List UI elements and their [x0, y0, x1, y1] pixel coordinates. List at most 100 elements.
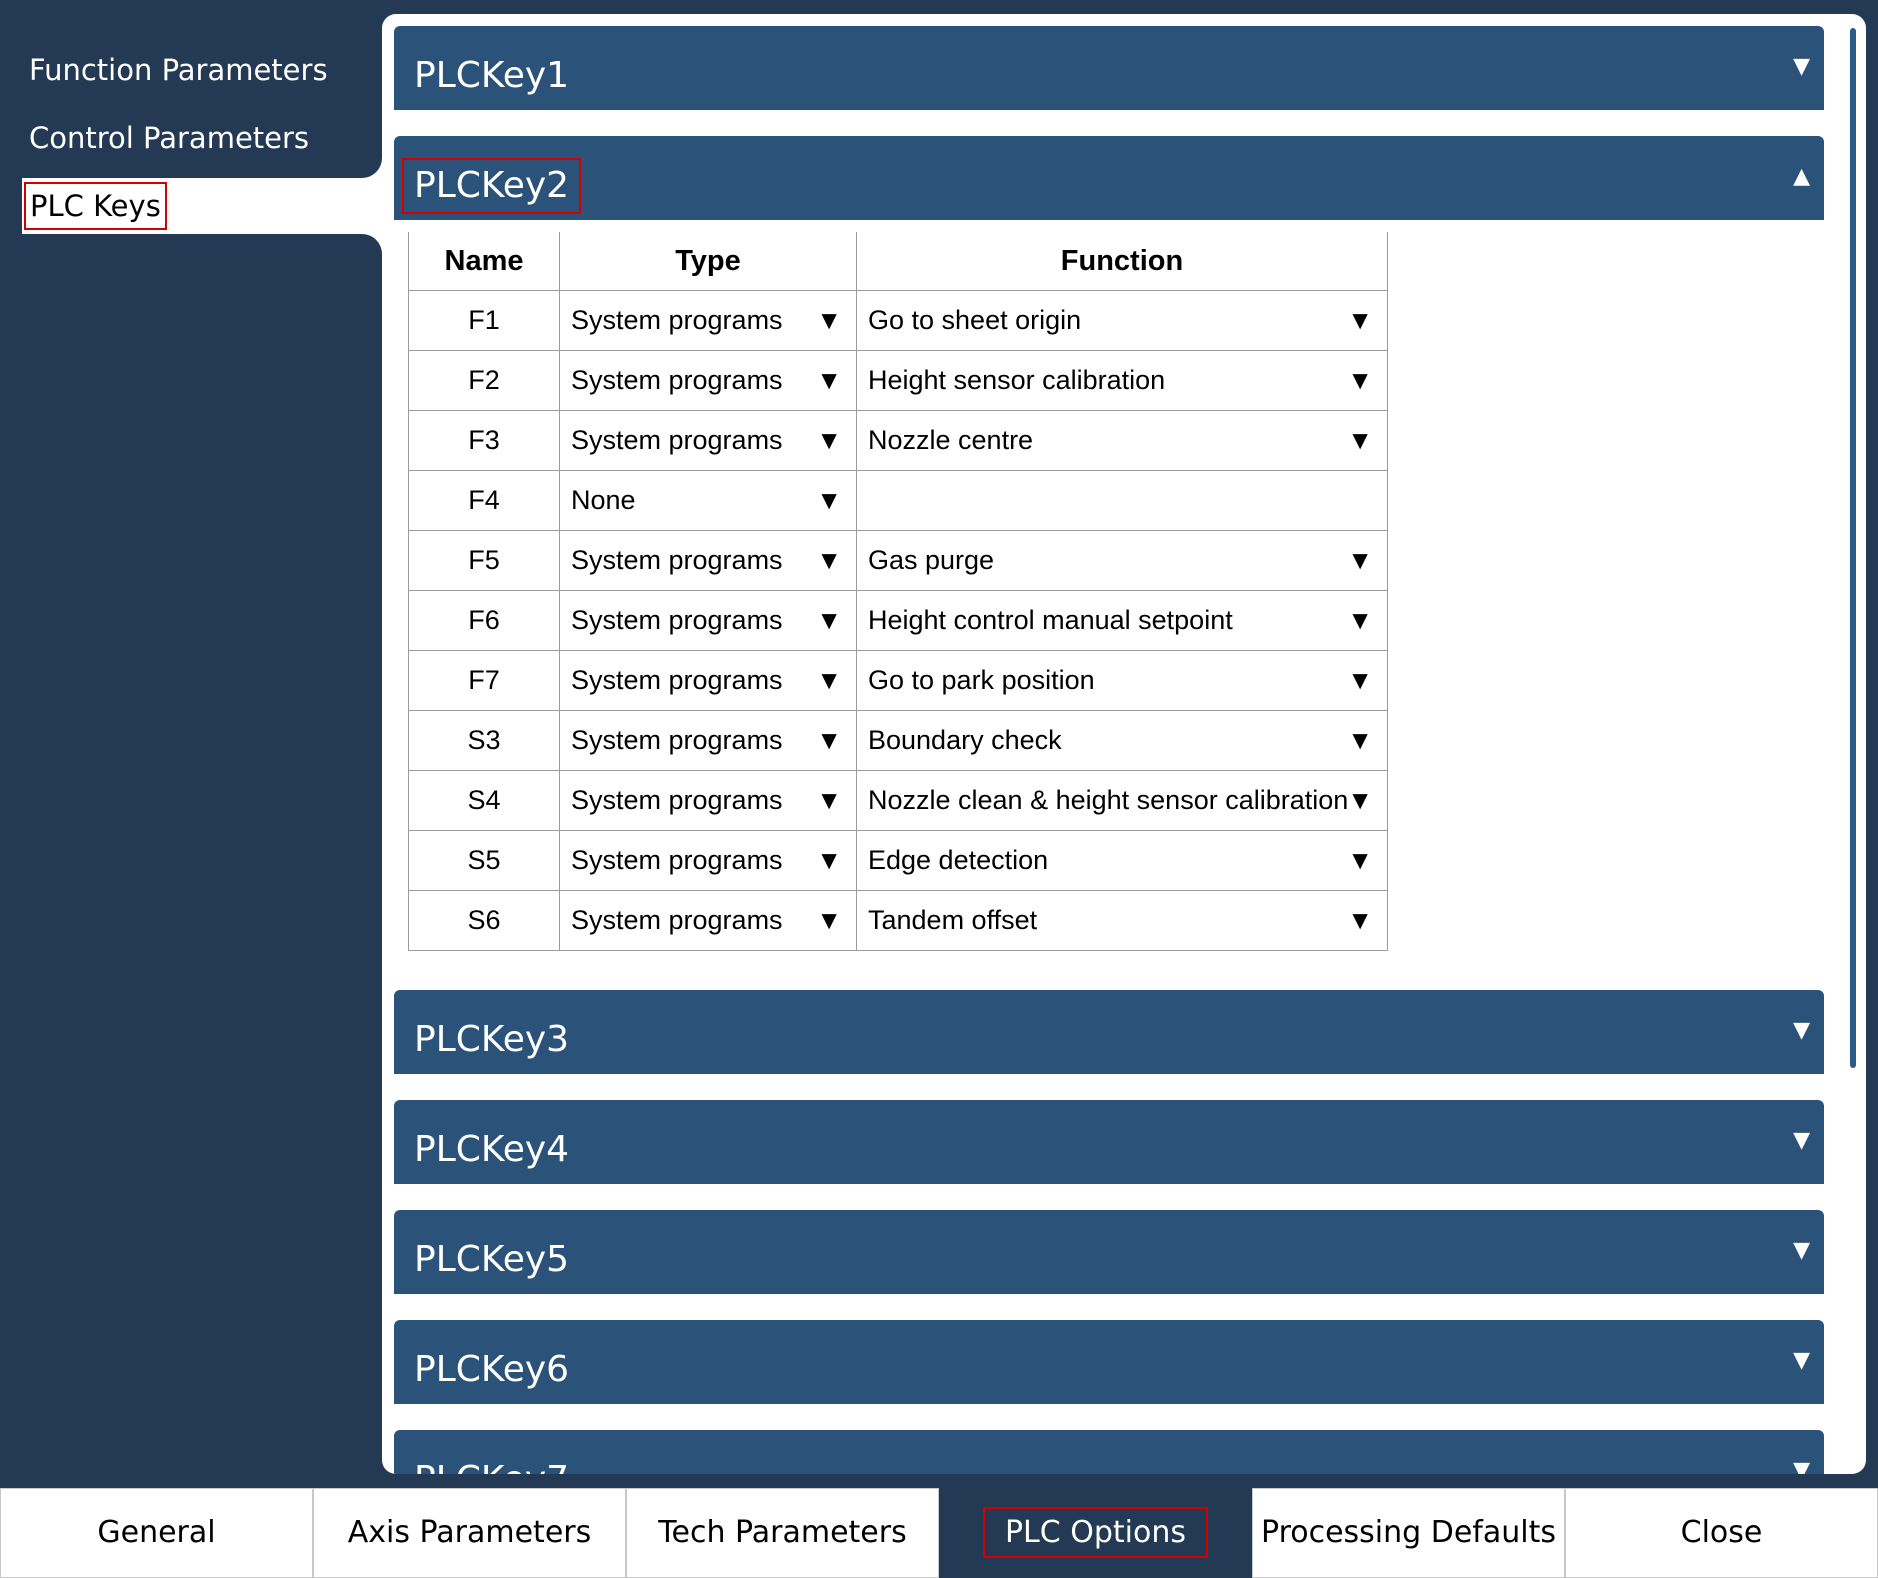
tab-label: Tech Parameters [658, 1515, 907, 1550]
accordion-title: PLCKey5 [414, 1239, 570, 1280]
function-dropdown-value: Tandem offset ▼ [857, 891, 1387, 950]
dropdown-arrow-icon: ▼ [1347, 785, 1373, 815]
function-value: Edge detection [868, 845, 1049, 875]
dropdown-arrow-icon: ▼ [816, 605, 842, 635]
dropdown-arrow-icon: ▼ [816, 785, 842, 815]
accordion-title: PLCKey1 [414, 55, 570, 96]
accordion-header-plckey5[interactable]: PLCKey5 ▼ [394, 1210, 1824, 1294]
type-value: System programs [571, 725, 783, 755]
function-dropdown[interactable]: Nozzle centre ▼ [856, 410, 1388, 471]
plc-keys-panel: PLCKey1 ▼ PLCKey2 ▲ Name Type Function F… [382, 14, 1866, 1474]
accordion-header-plckey6[interactable]: PLCKey6 ▼ [394, 1320, 1824, 1404]
tab-plc-options[interactable]: PLC Options [939, 1488, 1252, 1578]
tab-label: General [97, 1515, 216, 1550]
type-dropdown[interactable]: System programs ▼ [559, 290, 857, 351]
chevron-down-icon: ▼ [1793, 1458, 1810, 1474]
type-dropdown[interactable]: System programs ▼ [559, 350, 857, 411]
table-row: S4 System programs ▼ Nozzle clean & height … [408, 770, 1388, 831]
table-row: F6 System programs ▼ Height control manual … [408, 590, 1388, 651]
type-dropdown[interactable]: System programs ▼ [559, 410, 857, 471]
tab-general[interactable]: General [0, 1488, 313, 1578]
dropdown-arrow-icon: ▼ [1347, 425, 1373, 455]
function-dropdown[interactable]: Go to park position ▼ [856, 650, 1388, 711]
dropdown-arrow-icon: ▼ [1347, 665, 1373, 695]
chevron-down-icon: ▼ [1793, 1128, 1810, 1153]
sidebar-item-plc-keys[interactable]: PLC Keys [22, 178, 389, 234]
function-dropdown-value: Go to sheet origin ▼ [857, 291, 1387, 350]
type-value: System programs [571, 665, 783, 695]
accordion-header-plckey2[interactable]: PLCKey2 ▲ [394, 136, 1824, 220]
type-dropdown[interactable]: System programs ▼ [559, 530, 857, 591]
function-dropdown-value: Nozzle centre ▼ [857, 411, 1387, 470]
dropdown-arrow-icon: ▼ [1347, 845, 1373, 875]
sidebar-item-control-parameters[interactable]: Control Parameters [22, 110, 309, 166]
accordion-title: PLCKey6 [414, 1349, 570, 1390]
table-row: S6 System programs ▼ Tandem offset ▼ [408, 890, 1388, 951]
function-dropdown[interactable]: Nozzle clean & height sensor calibration… [856, 770, 1388, 831]
type-dropdown-value: System programs ▼ [560, 351, 856, 410]
function-value: Tandem offset [868, 905, 1038, 935]
sidebar-item-label: Function Parameters [29, 53, 328, 87]
type-dropdown-value: System programs ▼ [560, 411, 856, 470]
scrollbar[interactable] [1850, 28, 1856, 1068]
key-name-cell: F5 [408, 530, 560, 591]
type-dropdown[interactable]: None ▼ [559, 470, 857, 531]
function-value: Nozzle clean & height sensor calibration [868, 785, 1349, 815]
accordion-header-plckey3[interactable]: PLCKey3 ▼ [394, 990, 1824, 1074]
table-row: S3 System programs ▼ Boundary check ▼ [408, 710, 1388, 771]
table-row: F1 System programs ▼ Go to sheet origin ▼ [408, 290, 1388, 351]
tab-tech-parameters[interactable]: Tech Parameters [626, 1488, 939, 1578]
function-dropdown[interactable]: Height sensor calibration ▼ [856, 350, 1388, 411]
accordion-header-plckey1[interactable]: PLCKey1 ▼ [394, 26, 1824, 110]
accordion-header-plckey7[interactable]: PLCKey7 ▼ [394, 1430, 1824, 1474]
type-value: System programs [571, 545, 783, 575]
function-dropdown[interactable]: Edge detection ▼ [856, 830, 1388, 891]
type-value: System programs [571, 785, 783, 815]
dropdown-arrow-icon: ▼ [816, 485, 842, 515]
tab-label: Axis Parameters [347, 1515, 592, 1550]
chevron-down-icon: ▼ [1793, 1018, 1810, 1043]
function-dropdown-value: Go to park position ▼ [857, 651, 1387, 710]
type-dropdown[interactable]: System programs ▼ [559, 770, 857, 831]
type-dropdown[interactable]: System programs ▼ [559, 830, 857, 891]
chevron-down-icon: ▼ [1793, 1238, 1810, 1263]
accordion-header-plckey4[interactable]: PLCKey4 ▼ [394, 1100, 1824, 1184]
type-value: System programs [571, 905, 783, 935]
function-value: Go to park position [868, 665, 1095, 695]
dropdown-arrow-icon: ▼ [816, 545, 842, 575]
sidebar-item-label: PLC Keys [24, 182, 167, 230]
sidebar-item-function-parameters[interactable]: Function Parameters [22, 42, 328, 98]
type-dropdown-value: None ▼ [560, 471, 856, 530]
tab-axis-parameters[interactable]: Axis Parameters [313, 1488, 626, 1578]
function-value: Height control manual setpoint [868, 605, 1233, 635]
sidebar-item-label: Control Parameters [29, 121, 310, 155]
type-dropdown[interactable]: System programs ▼ [559, 890, 857, 951]
table-row: F3 System programs ▼ Nozzle centre ▼ [408, 410, 1388, 471]
function-dropdown[interactable]: Boundary check ▼ [856, 710, 1388, 771]
type-dropdown[interactable]: System programs ▼ [559, 650, 857, 711]
key-name-cell: F4 [408, 470, 560, 531]
type-value: None [571, 485, 636, 515]
accordion-title: PLCKey7 [414, 1458, 569, 1474]
bottom-tab-bar: General Axis Parameters Tech Parameters … [0, 1488, 1878, 1578]
column-header-function: Function [856, 232, 1388, 291]
function-dropdown[interactable]: Go to sheet origin ▼ [856, 290, 1388, 351]
function-dropdown [856, 470, 1388, 531]
key-name-cell: S5 [408, 830, 560, 891]
type-dropdown[interactable]: System programs ▼ [559, 590, 857, 651]
type-dropdown-value: System programs ▼ [560, 771, 856, 830]
tab-close[interactable]: Close [1565, 1488, 1878, 1578]
type-dropdown-value: System programs ▼ [560, 531, 856, 590]
function-dropdown[interactable]: Height control manual setpoint ▼ [856, 590, 1388, 651]
tab-processing-defaults[interactable]: Processing Defaults [1252, 1488, 1565, 1578]
tab-label: PLC Options [982, 1507, 1209, 1558]
table-row: F4 None ▼ [408, 470, 1388, 531]
function-value: Go to sheet origin [868, 305, 1082, 335]
column-header-name: Name [408, 232, 560, 291]
key-name-cell: F3 [408, 410, 560, 471]
function-dropdown[interactable]: Tandem offset ▼ [856, 890, 1388, 951]
type-dropdown-value: System programs ▼ [560, 651, 856, 710]
function-dropdown[interactable]: Gas purge ▼ [856, 530, 1388, 591]
type-dropdown[interactable]: System programs ▼ [559, 710, 857, 771]
type-dropdown-value: System programs ▼ [560, 291, 856, 350]
